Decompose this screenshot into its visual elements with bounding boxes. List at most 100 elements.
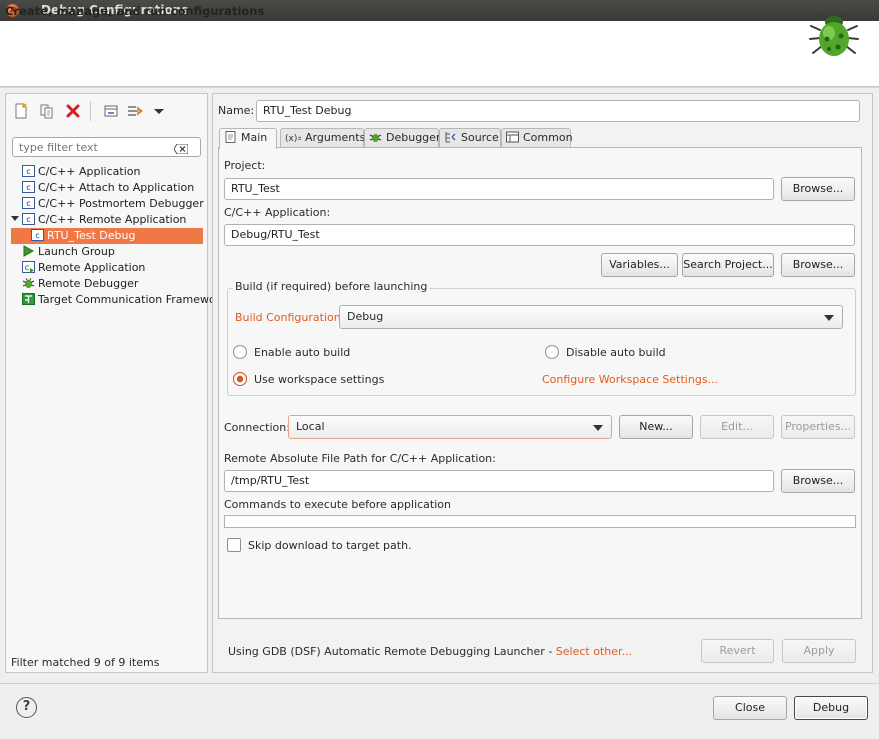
tree-item-remote-debugger[interactable]: Remote Debugger	[22, 276, 138, 292]
build-configuration-select[interactable]: Debug	[339, 305, 843, 329]
build-configuration-value: Debug	[347, 310, 384, 323]
connection-select[interactable]: Local	[288, 415, 612, 439]
debugger-icon	[369, 134, 382, 142]
tab-label: Arguments	[305, 131, 366, 144]
enable-auto-build-radio[interactable]	[233, 345, 247, 359]
svg-text:c: c	[35, 231, 39, 240]
commands-input[interactable]	[224, 515, 856, 528]
select-other-link[interactable]: Select other...	[556, 645, 632, 658]
tab-label: Debugger	[386, 131, 441, 144]
connection-properties-button[interactable]: Properties...	[781, 415, 855, 439]
bug-icon	[809, 12, 859, 56]
remote-path-browse-button[interactable]: Browse...	[781, 469, 855, 493]
disable-auto-build-radio[interactable]	[545, 345, 559, 359]
duplicate-icon[interactable]	[38, 102, 56, 120]
tree-item-c-attach[interactable]: c C/C++ Attach to Application	[22, 180, 194, 196]
expanded-arrow-icon[interactable]	[11, 214, 20, 223]
project-label: Project:	[224, 159, 266, 172]
filter-icon[interactable]	[126, 102, 144, 120]
help-button[interactable]: ?	[16, 697, 37, 718]
launcher-text: Using GDB (DSF) Automatic Remote Debuggi…	[228, 645, 556, 658]
tab-source[interactable]: Source	[439, 128, 501, 148]
tree-item-launch-group[interactable]: Launch Group	[22, 244, 115, 260]
main-tab-icon	[225, 131, 236, 143]
tree-item-c-application[interactable]: c C/C++ Application	[22, 164, 140, 180]
svg-text:c: c	[26, 215, 30, 224]
tab-common[interactable]: Common	[501, 128, 573, 148]
tree-item-c-remote-application[interactable]: c C/C++ Remote Application	[11, 212, 186, 228]
launcher-info: Using GDB (DSF) Automatic Remote Debuggi…	[228, 645, 632, 658]
chevron-down-icon	[824, 315, 834, 321]
help-icon: ?	[22, 699, 31, 714]
source-icon	[445, 132, 456, 143]
filter-input[interactable]	[12, 137, 201, 157]
tree-item-rtu-test-debug[interactable]: c RTU_Test Debug	[11, 228, 203, 244]
build-configuration-label: Build Configuration:	[235, 311, 345, 324]
tree-item-label: C/C++ Attach to Application	[38, 181, 195, 194]
application-input[interactable]: Debug/RTU_Test	[224, 224, 855, 246]
tree-item-label: RTU_Test Debug	[47, 229, 136, 242]
use-workspace-settings-radio[interactable]	[233, 372, 247, 386]
launch-group-icon	[23, 245, 35, 257]
commands-label: Commands to execute before application	[224, 498, 451, 511]
apply-button[interactable]: Apply	[782, 639, 856, 663]
enable-auto-build-label: Enable auto build	[254, 346, 351, 359]
tab-label: Source	[461, 131, 499, 144]
tree-item-label: C/C++ Postmortem Debugger	[38, 197, 204, 210]
delete-icon[interactable]	[64, 102, 82, 120]
new-config-icon[interactable]	[12, 102, 30, 120]
tab-debugger[interactable]: Debugger	[364, 128, 441, 148]
c-app-icon: c	[22, 181, 35, 193]
tree-item-remote-application[interactable]: c Remote Application	[22, 260, 145, 276]
tab-label: Main	[241, 131, 268, 144]
c-app-icon: c	[22, 197, 35, 209]
svg-text:c: c	[26, 199, 30, 208]
application-browse-button[interactable]: Browse...	[781, 253, 855, 277]
svg-text:c: c	[26, 167, 30, 176]
tab-label: Common	[523, 131, 573, 144]
tree-item-label: Target Communication Framewor	[38, 293, 221, 306]
dialog-header	[0, 21, 879, 87]
configure-workspace-link[interactable]: Configure Workspace Settings...	[542, 373, 718, 386]
remote-path-input[interactable]: /tmp/RTU_Test	[224, 470, 774, 492]
collapse-all-icon[interactable]	[102, 102, 120, 120]
toolbar-separator	[90, 101, 91, 121]
clear-filter-icon[interactable]	[174, 144, 188, 154]
footer-separator	[0, 683, 879, 684]
variables-button[interactable]: Variables...	[601, 253, 678, 277]
disable-auto-build-label: Disable auto build	[566, 346, 666, 359]
tree-item-label: Launch Group	[38, 245, 115, 258]
use-workspace-settings-label: Use workspace settings	[254, 373, 385, 386]
svg-text:c: c	[25, 263, 29, 272]
tree-item-tcf[interactable]: Target Communication Framewor	[22, 292, 220, 308]
c-app-icon: c	[22, 165, 35, 177]
revert-button[interactable]: Revert	[701, 639, 774, 663]
remote-path-label: Remote Absolute File Path for C/C++ Appl…	[224, 452, 496, 465]
project-browse-button[interactable]: Browse...	[781, 177, 855, 201]
tab-main[interactable]: Main	[219, 128, 277, 149]
edit-connection-button[interactable]: Edit...	[700, 415, 774, 439]
tab-arguments[interactable]: (x)= Arguments	[280, 128, 366, 148]
skip-download-label: Skip download to target path.	[248, 539, 412, 552]
dropdown-icon[interactable]	[150, 102, 168, 120]
connection-label: Connection:	[224, 421, 290, 434]
c-app-icon: c	[22, 213, 35, 225]
svg-text:(x)=: (x)=	[285, 134, 301, 143]
tree-item-label: Remote Application	[38, 261, 146, 274]
search-project-button[interactable]: Search Project...	[682, 253, 774, 277]
tree-item-c-postmortem[interactable]: c C/C++ Postmortem Debugger	[22, 196, 204, 212]
new-connection-button[interactable]: New...	[619, 415, 693, 439]
tcf-icon	[22, 293, 35, 305]
close-button[interactable]: Close	[713, 696, 787, 720]
svg-text:c: c	[26, 183, 30, 192]
connection-value: Local	[296, 420, 325, 433]
name-input[interactable]: RTU_Test Debug	[256, 100, 860, 122]
header-text: Create, manage, and run configurations	[5, 4, 265, 18]
tree-item-label: C/C++ Remote Application	[38, 213, 187, 226]
c-app-icon: c	[31, 229, 44, 241]
build-group-title: Build (if required) before launching	[233, 280, 430, 293]
debug-button[interactable]: Debug	[794, 696, 868, 720]
skip-download-checkbox[interactable]	[227, 538, 241, 552]
tree-item-label: C/C++ Application	[38, 165, 141, 178]
project-input[interactable]: RTU_Test	[224, 178, 774, 200]
